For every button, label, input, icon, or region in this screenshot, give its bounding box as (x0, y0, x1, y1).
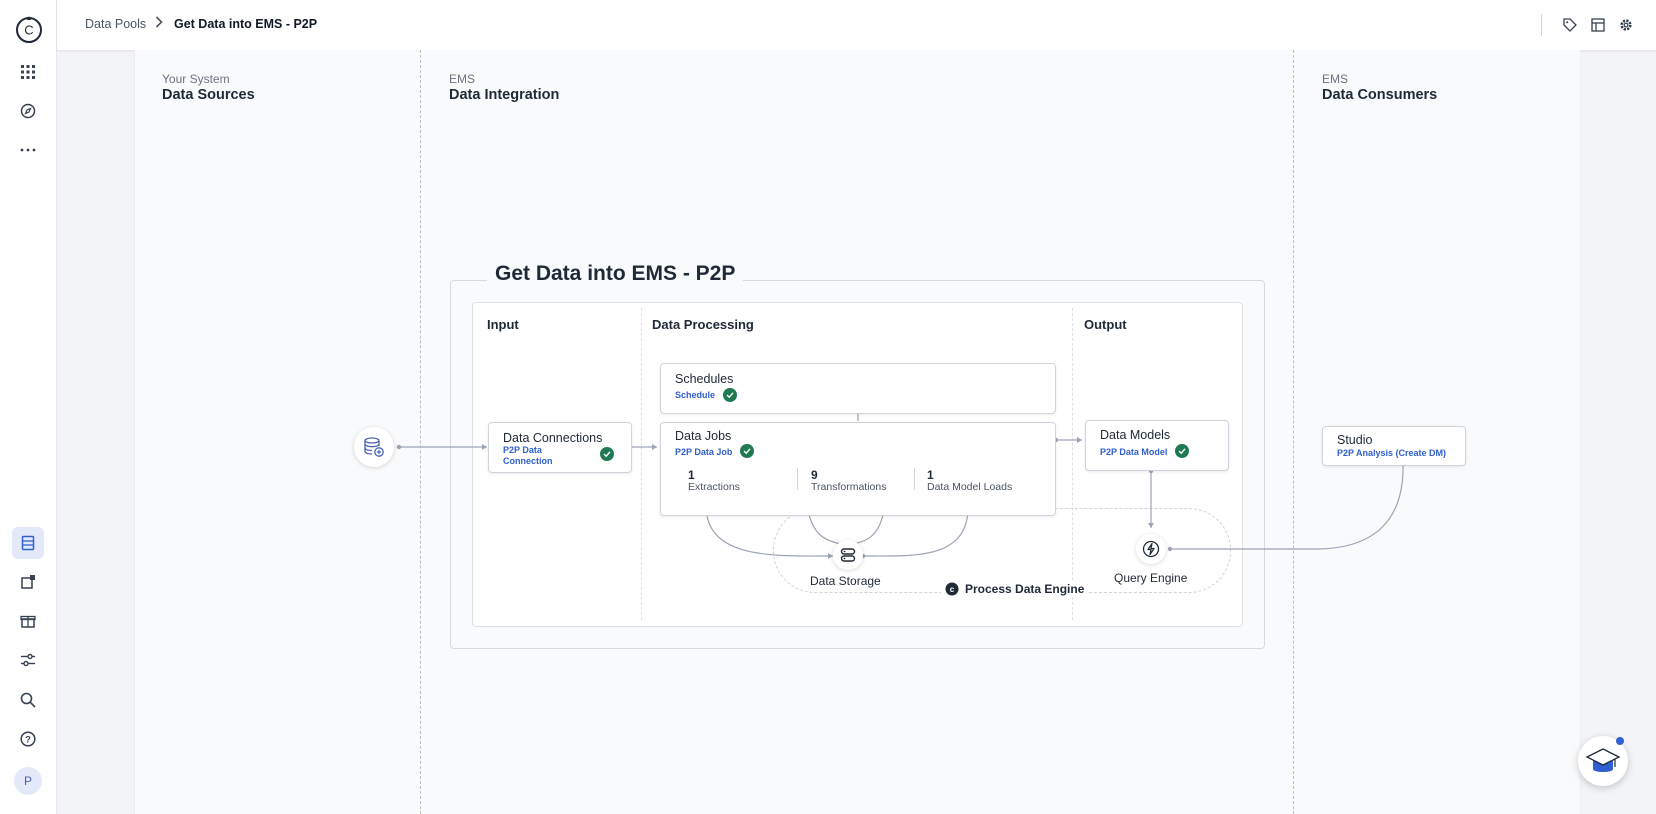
transformations-label: Transformations (811, 481, 887, 493)
lightning-icon (1142, 540, 1160, 558)
process-data-engine-label: c Process Data Engine (941, 582, 1089, 596)
data-job-link[interactable]: P2P Data Job (675, 447, 732, 458)
celonis-logo-icon[interactable]: C (12, 12, 46, 46)
graduation-cap-icon (1585, 748, 1621, 772)
schedules-title: Schedules (675, 372, 734, 386)
breadcrumb-current: Get Data into EMS - P2P (174, 17, 318, 31)
gear-icon[interactable] (1617, 16, 1635, 34)
data-source-node[interactable] (354, 427, 394, 467)
search-icon[interactable] (12, 684, 44, 716)
chevron-right-icon (155, 16, 163, 31)
studio-title: Studio (1337, 433, 1373, 447)
data-jobs-title: Data Jobs (675, 429, 732, 443)
data-model-link[interactable]: P2P Data Model (1100, 447, 1167, 458)
layout-icon[interactable] (1589, 16, 1607, 34)
data-model-loads-count: 1 (927, 468, 934, 482)
data-jobs-card[interactable]: Data Jobs P2P Data Job 1 Extractions 9 T… (660, 422, 1056, 516)
success-check-icon (1175, 444, 1189, 458)
database-add-icon (364, 437, 384, 457)
data-model-loads-label: Data Model Loads (927, 481, 1013, 493)
query-engine-node[interactable] (1136, 534, 1166, 564)
help-icon[interactable]: ? (12, 723, 44, 755)
process-canvas: Your System Data Sources EMS Data Integr… (134, 50, 1581, 814)
success-check-icon (600, 447, 614, 461)
notification-dot (1616, 737, 1624, 745)
sidebar: C ? P (0, 0, 57, 814)
stat-divider (797, 468, 798, 490)
sliders-icon[interactable] (12, 644, 44, 676)
data-models-card[interactable]: Data Models P2P Data Model (1085, 420, 1229, 471)
extractions-label: Extractions (688, 481, 740, 493)
schedule-link[interactable]: Schedule (675, 390, 715, 401)
gift-icon[interactable] (12, 605, 44, 637)
svg-text:C: C (24, 23, 33, 38)
studio-card[interactable]: Studio P2P Analysis (Create DM) (1322, 426, 1466, 466)
data-connection-link[interactable]: P2P Data Connection (503, 445, 575, 467)
studio-analysis-link[interactable]: P2P Analysis (Create DM) (1337, 448, 1446, 459)
schedules-card[interactable]: Schedules Schedule (660, 363, 1056, 414)
data-connections-title: Data Connections (503, 431, 603, 445)
extractions-count: 1 (688, 468, 695, 482)
data-storage-label: Data Storage (810, 574, 881, 588)
data-icon[interactable] (12, 527, 44, 559)
top-bar: Data Pools Get Data into EMS - P2P (57, 0, 1656, 51)
new-package-icon[interactable] (12, 566, 44, 598)
compass-icon[interactable] (12, 95, 44, 127)
svg-text:?: ? (25, 735, 31, 746)
data-storage-node[interactable] (833, 540, 863, 570)
success-check-icon (723, 388, 737, 402)
celonis-engine-icon: c (945, 582, 959, 596)
toolbar-divider (1541, 14, 1542, 36)
breadcrumb-data-pools[interactable]: Data Pools (85, 17, 146, 31)
stat-divider (914, 468, 915, 490)
engine-label-text: Process Data Engine (965, 582, 1085, 596)
data-models-title: Data Models (1100, 428, 1171, 442)
storage-icon (840, 548, 856, 562)
success-check-icon (740, 444, 754, 458)
avatar-initial: P (23, 774, 32, 788)
tag-icon[interactable] (1561, 16, 1579, 34)
svg-text:c: c (950, 585, 955, 594)
user-avatar[interactable]: P (14, 767, 42, 795)
data-connections-card[interactable]: Data Connections P2P Data Connection (488, 422, 632, 473)
apps-grid-icon[interactable] (12, 56, 44, 88)
query-engine-label: Query Engine (1114, 571, 1188, 585)
transformations-count: 9 (811, 468, 818, 482)
connector-line (1170, 460, 1404, 550)
more-icon[interactable] (12, 134, 44, 166)
